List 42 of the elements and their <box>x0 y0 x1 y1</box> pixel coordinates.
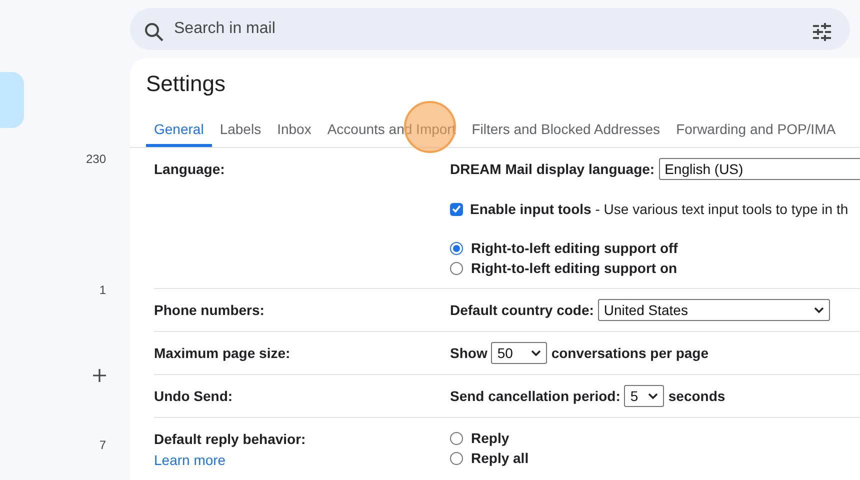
checkbox-label: Enable input tools - Use various text input tools to type in th <box>470 200 848 219</box>
setting-label: Undo Send: <box>154 387 234 406</box>
setting-label: Language: <box>154 160 226 179</box>
radio-label: Reply <box>471 428 510 448</box>
radio-label: Reply all <box>471 448 529 468</box>
setting-label: Phone numbers: <box>154 301 266 320</box>
radio-button[interactable] <box>450 432 463 444</box>
dropdown-field[interactable]: 50 <box>491 342 548 364</box>
page-title: Settings <box>146 70 226 98</box>
unread-count: 230 <box>86 151 106 168</box>
radio-button[interactable] <box>450 452 463 464</box>
field-label: DREAM Mail display language: <box>450 160 655 179</box>
chevron-down-icon <box>648 392 658 400</box>
plus-icon[interactable] <box>93 369 106 382</box>
unread-count: 7 <box>99 437 106 454</box>
field-suffix: seconds <box>668 386 726 406</box>
chevron-down-icon <box>814 306 824 314</box>
radio-label: Right-to-left editing support off <box>471 238 678 258</box>
setting-label: Maximum page size: <box>154 344 292 363</box>
settings-tab[interactable]: General <box>146 114 212 147</box>
search-field[interactable]: Search in mail <box>130 8 850 50</box>
search-icon <box>144 22 164 42</box>
radio-button[interactable] <box>450 262 463 274</box>
field-label: Send cancellation period: <box>450 386 620 406</box>
field-label: Default country code: <box>450 300 594 320</box>
dropdown-field[interactable]: United States <box>598 299 830 321</box>
settings-tab[interactable]: Labels <box>212 114 270 147</box>
settings-tab[interactable]: Forwarding and POP/IMA <box>668 114 844 147</box>
chevron-down-icon <box>531 350 542 356</box>
dropdown-field[interactable]: 5 <box>624 385 664 407</box>
dropdown-field[interactable]: English (US) <box>658 158 860 180</box>
checkbox[interactable] <box>450 202 463 216</box>
settings-tab[interactable]: Filters and Blocked Addresses <box>464 114 668 147</box>
filter-sliders-icon[interactable] <box>812 23 832 41</box>
learn-more-link[interactable]: Learn more <box>154 450 226 470</box>
field-label: Show <box>450 344 488 362</box>
settings-tab[interactable]: Inbox <box>269 114 320 147</box>
field-suffix: conversations per page <box>551 344 709 363</box>
unread-count: 1 <box>99 282 106 299</box>
radio-button[interactable] <box>450 242 463 254</box>
setting-label: Default reply behavior: <box>154 430 307 449</box>
radio-label: Right-to-left editing support on <box>471 258 678 278</box>
